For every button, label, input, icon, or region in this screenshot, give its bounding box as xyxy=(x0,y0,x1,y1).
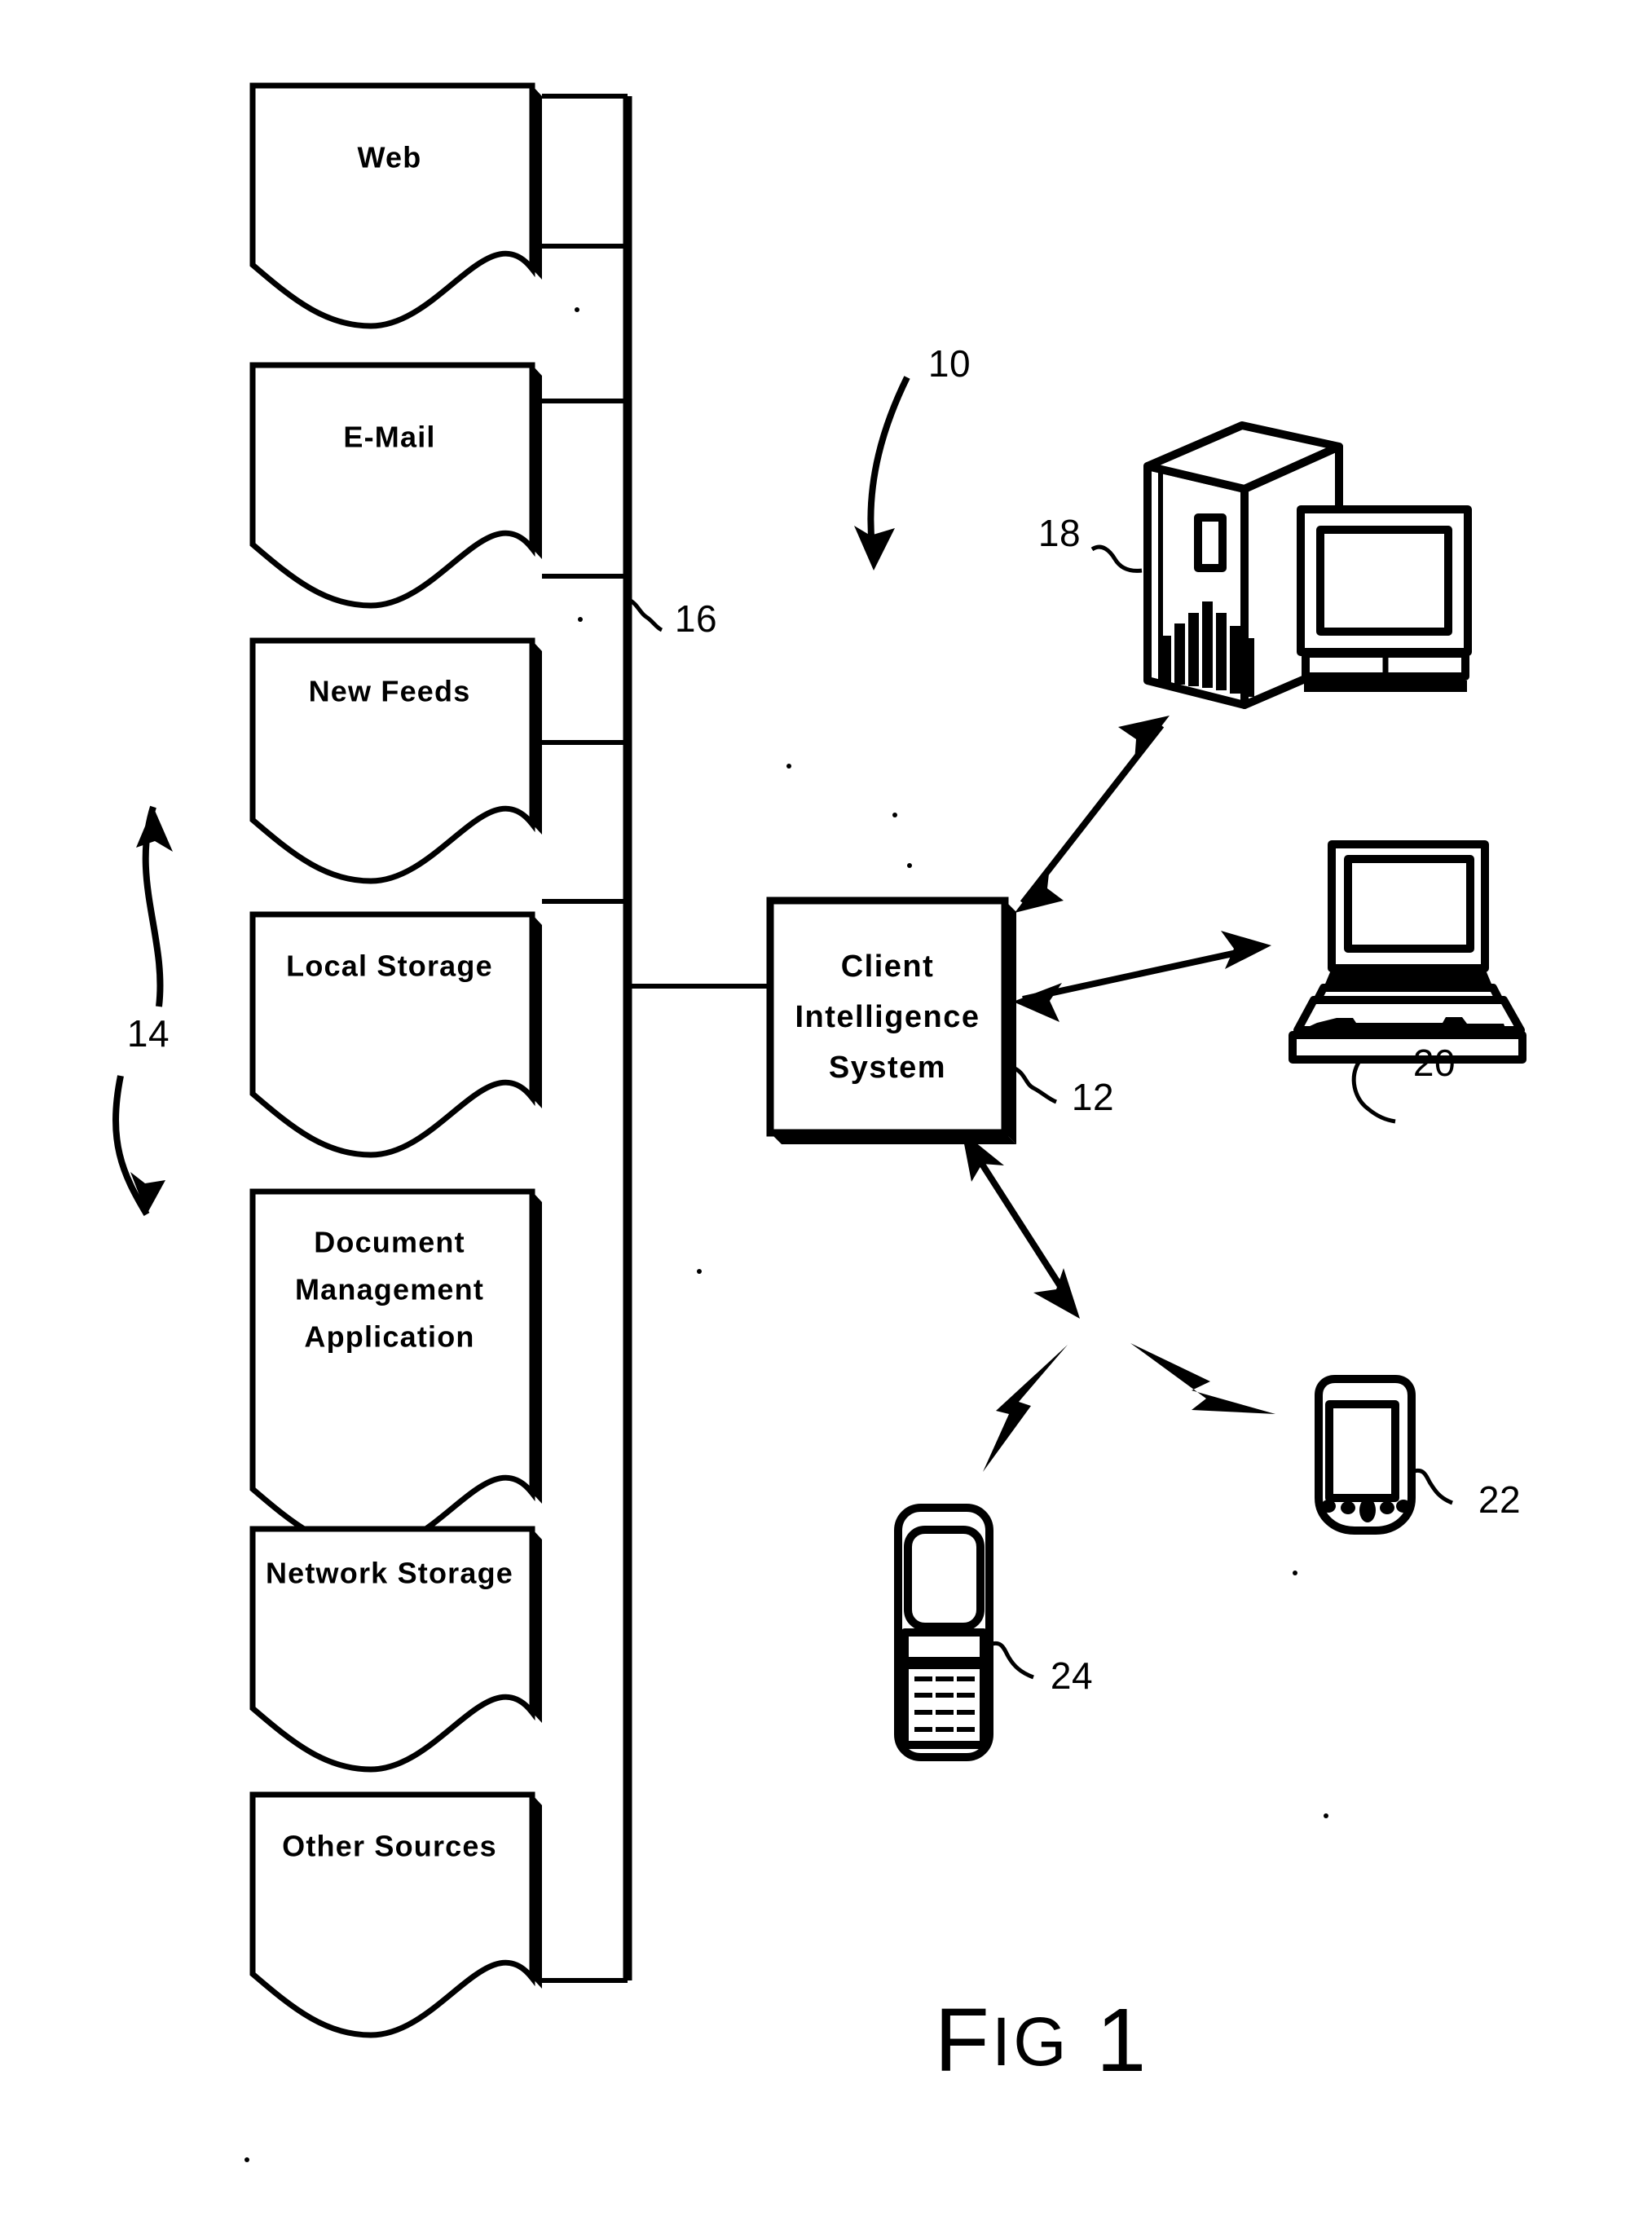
figure-1-diagram: Web E-Mail New Feeds Local Storage Docum… xyxy=(112,82,1526,2162)
client-intelligence-system-node[interactable]: Client Intelligence System 12 xyxy=(766,897,1114,1144)
leader-line-bus-ref xyxy=(626,597,663,632)
source-label-web: Web xyxy=(358,141,422,174)
system-box-edge-shadow-bottom xyxy=(770,1133,1016,1144)
source-node-email[interactable]: E-Mail xyxy=(249,362,542,609)
leader-line-desktop-ref xyxy=(1090,544,1143,573)
document-edge-shadow-network-storage xyxy=(532,1529,542,1723)
document-edge-shadow-new-feeds xyxy=(532,641,542,835)
ref-num-12: 12 xyxy=(1072,1076,1114,1118)
document-edge-shadow-email xyxy=(532,365,542,559)
source-node-network-storage[interactable]: Network Storage xyxy=(249,1526,542,1773)
document-edge-shadow-web xyxy=(532,86,542,280)
source-bus: 16 xyxy=(542,94,770,1983)
source-label-local-storage: Local Storage xyxy=(286,949,493,983)
laptop-front-edge xyxy=(1289,1031,1526,1064)
source-label-new-feeds: New Feeds xyxy=(309,675,471,708)
pda-screen xyxy=(1325,1400,1399,1502)
source-label-other-sources: Other Sources xyxy=(282,1830,497,1863)
system-label-line1: Client xyxy=(841,949,935,984)
sources-group-indicator: 14 xyxy=(112,805,173,1217)
source-node-other-sources[interactable]: Other Sources xyxy=(249,1791,542,2038)
ref-num-10: 10 xyxy=(928,342,971,385)
ref-num-24: 24 xyxy=(1051,1654,1093,1697)
source-label-email: E-Mail xyxy=(343,421,435,454)
laptop-screen xyxy=(1344,855,1474,953)
ref-num-22: 22 xyxy=(1478,1478,1521,1521)
arrowhead-laptop-left xyxy=(1013,983,1062,1022)
system-label-line2: Intelligence xyxy=(795,1000,980,1034)
link-line-wireless xyxy=(967,1143,1075,1306)
document-edge-shadow-other-sources xyxy=(532,1795,542,1989)
laptop-computer-icon[interactable]: 20 xyxy=(1289,840,1526,1124)
system-label-line3: System xyxy=(829,1051,946,1085)
document-shape-web xyxy=(249,82,535,329)
ref-num-18: 18 xyxy=(1038,512,1081,554)
source-label-dma-line1: Document xyxy=(314,1226,465,1259)
link-line-laptop xyxy=(1022,945,1260,1002)
phone-speaker-bar xyxy=(901,1628,988,1665)
system-box-edge-shadow-right xyxy=(1005,901,1016,1144)
lightning-bolt-pda-icon xyxy=(1130,1343,1275,1414)
leader-line-system-ref xyxy=(1011,1065,1058,1104)
source-node-local-storage[interactable]: Local Storage xyxy=(249,911,542,1158)
leader-line-phone-ref xyxy=(989,1641,1034,1680)
monitor-foot xyxy=(1304,681,1467,692)
leader-line-laptop-ref xyxy=(1351,1060,1396,1124)
leader-line-pda-ref xyxy=(1411,1469,1453,1505)
source-label-dma-line3: Application xyxy=(304,1320,474,1354)
source-label-network-storage: Network Storage xyxy=(266,1557,513,1590)
link-system-desktop xyxy=(1015,716,1170,913)
document-edge-shadow-document-management-application xyxy=(532,1192,542,1504)
arrowhead-desktop-upper xyxy=(1118,716,1170,761)
link-system-laptop xyxy=(1013,931,1271,1022)
group-arrow-up-head xyxy=(136,807,173,852)
source-node-document-management-application[interactable]: Document Management Application xyxy=(249,1188,542,1553)
phone-screen xyxy=(904,1526,985,1631)
document-shape-email xyxy=(249,362,535,609)
overall-system-indicator: 10 xyxy=(854,342,971,571)
link-system-wireless xyxy=(962,1131,1275,1472)
lightning-bolt-phone-icon xyxy=(983,1345,1068,1472)
patent-figure-page: Web E-Mail New Feeds Local Storage Docum… xyxy=(0,0,1652,2238)
arrowhead-desktop-lower xyxy=(1015,866,1064,913)
figure-title-text: FIG 1 xyxy=(935,1990,1149,2090)
overall-arrow-head xyxy=(854,526,895,571)
source-label-dma-line2: Management xyxy=(295,1273,484,1306)
figure-title: FIG 1 xyxy=(935,1990,1149,2090)
ref-num-14: 14 xyxy=(127,1012,170,1055)
monitor-screen xyxy=(1316,526,1452,636)
document-edge-shadow-local-storage xyxy=(532,914,542,1108)
source-node-new-feeds[interactable]: New Feeds xyxy=(249,637,542,884)
ref-num-20: 20 xyxy=(1413,1042,1456,1084)
arrowhead-laptop-right xyxy=(1221,931,1271,969)
mobile-phone-icon[interactable]: 24 xyxy=(894,1504,1093,1761)
pda-device-icon[interactable]: 22 xyxy=(1315,1375,1521,1535)
ref-num-16: 16 xyxy=(675,597,717,640)
tower-drive-slot xyxy=(1194,513,1227,572)
desktop-computer-icon[interactable]: 18 xyxy=(1038,421,1472,709)
source-node-web[interactable]: Web xyxy=(249,82,542,329)
overall-arrow-curve xyxy=(867,376,910,547)
